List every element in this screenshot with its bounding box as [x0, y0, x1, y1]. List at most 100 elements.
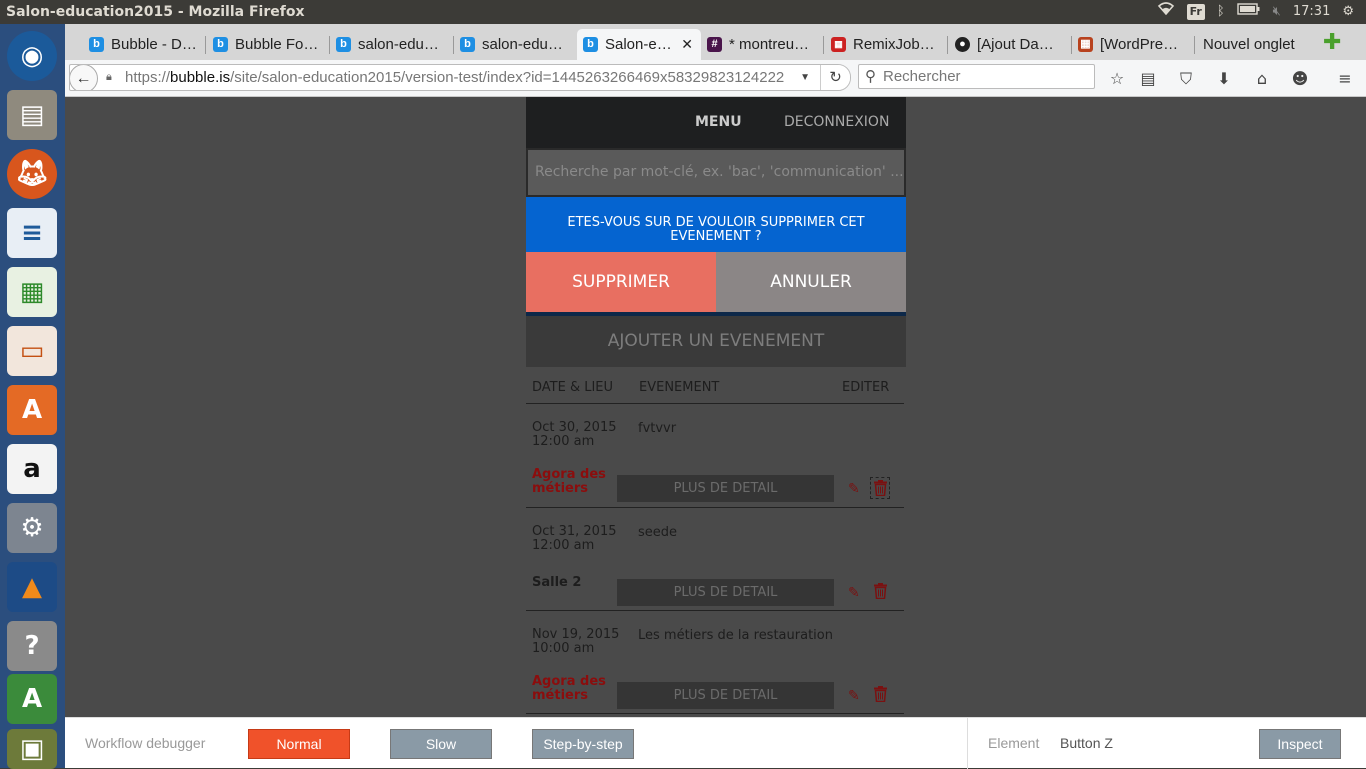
tab-bubble-d[interactable]: b Bubble - D… [87, 29, 202, 60]
cancel-button[interactable]: ANNULER [716, 252, 906, 312]
delete-trash-icon[interactable] [870, 477, 890, 499]
event-date: Oct 31, 2015 [532, 524, 617, 539]
bookmark-star-icon[interactable]: ☆ [1106, 68, 1128, 90]
event-place: Salle 2 [532, 575, 582, 590]
home-icon[interactable]: ⌂ [1251, 68, 1273, 90]
column-header-date: DATE & LIEU [532, 380, 614, 395]
details-button[interactable]: PLUS DE DETAIL [617, 475, 834, 502]
tab-ajout-da[interactable]: ● [Ajout Da… [953, 29, 1068, 60]
details-button[interactable]: PLUS DE DETAIL [617, 579, 834, 606]
volume-muted-icon[interactable]: 🔇︎ [1273, 0, 1281, 24]
edit-pencil-icon[interactable]: ✎ [848, 585, 860, 601]
software-center-icon[interactable]: A [7, 385, 57, 435]
logout-link[interactable]: DECONNEXION [784, 97, 889, 148]
event-time: 10:00 am [532, 641, 595, 656]
pocket-icon[interactable]: ⛉ [1175, 68, 1197, 90]
tab-salon-e-active[interactable]: b Salon-e… ✕ [577, 29, 701, 60]
back-arrow-icon[interactable]: ← [70, 65, 98, 90]
downloads-icon[interactable]: ⬇ [1213, 68, 1235, 90]
column-header-event: EVENEMENT [639, 380, 720, 395]
new-tab-plus-icon[interactable]: ✚ [1323, 30, 1341, 55]
tab-salon-edu-2[interactable]: b salon-edu… [458, 29, 573, 60]
chat-icon[interactable]: ☻ [1289, 68, 1311, 90]
bubble-favicon-icon: b [336, 37, 351, 52]
os-top-bar: Salon-education2015 - Mozilla Firefox Fr… [0, 0, 1366, 24]
system-settings-icon[interactable]: ⚙ [7, 503, 57, 553]
reload-icon[interactable]: ↻ [820, 65, 850, 90]
lock-icon: 🔒︎ [106, 71, 112, 83]
hamburger-menu-icon[interactable]: ≡ [1334, 68, 1356, 90]
url-bar[interactable]: ← 🔒︎ https://bubble.is/site/salon-educat… [69, 64, 851, 91]
tab-montreu[interactable]: # * montreu… [705, 29, 820, 60]
inspect-button[interactable]: Inspect [1259, 729, 1341, 759]
event-date: Oct 30, 2015 [532, 420, 617, 435]
firefox-icon[interactable]: 🦊︎ [7, 149, 57, 199]
help-icon[interactable]: ? [7, 621, 57, 671]
step-by-step-button[interactable]: Step-by-step [532, 729, 634, 759]
window-title: Salon-education2015 - Mozilla Firefox [6, 4, 305, 20]
remix-favicon-icon: ▦ [831, 37, 846, 52]
search-icon: ⚲ [865, 68, 876, 85]
bubble-favicon-icon: b [460, 37, 475, 52]
bubble-favicon-icon: b [89, 37, 104, 52]
calc-icon[interactable]: ▦ [7, 267, 57, 317]
ubuntu-icon[interactable]: ◉ [7, 31, 57, 81]
debugger-label: Workflow debugger [85, 735, 206, 751]
tab-salon-edu-1[interactable]: b salon-edu… [334, 29, 449, 60]
battery-icon[interactable] [1236, 0, 1261, 24]
add-event-button[interactable]: AJOUTER UN EVENEMENT [526, 312, 906, 367]
list-item: Oct 30, 2015 12:00 am fvtvvr Agora des mé… [526, 404, 906, 508]
element-value: Button Z [1060, 735, 1113, 751]
tab-remixjob[interactable]: ▦ RemixJob… [829, 29, 944, 60]
normal-speed-button[interactable]: Normal [248, 729, 350, 759]
event-time: 12:00 am [532, 538, 595, 553]
tab-strip: b Bubble - D… b Bubble Fo… b salon-edu… b sa… [65, 24, 1366, 60]
vlc-icon[interactable]: ▲ [7, 562, 57, 612]
slack-favicon-icon: # [707, 37, 722, 52]
event-time: 12:00 am [532, 434, 595, 449]
event-name: seede [638, 525, 678, 540]
list-item: Oct 31, 2015 12:00 am seede Salle 2 PLUS … [526, 508, 906, 612]
wordpress-favicon-icon: ▦ [1078, 37, 1093, 52]
menu-link[interactable]: MENU [695, 97, 742, 148]
edit-pencil-icon[interactable]: ✎ [848, 481, 860, 497]
writer-icon[interactable]: ≡ [7, 208, 57, 258]
app-header: MENU DECONNEXION [526, 97, 906, 148]
keyboard-layout-indicator[interactable]: Fr [1186, 4, 1205, 20]
event-date: Nov 19, 2015 [532, 627, 620, 642]
settings-gear-icon[interactable]: ⚙ [1342, 0, 1354, 24]
tab-wordpre[interactable]: ▦ [WordPre… [1076, 29, 1191, 60]
unity-launcher: ◉ ▤ 🦊︎ ≡ ▦ ▭ A a ⚙ ▲ ? A ▣ [0, 24, 65, 769]
element-label: Element [988, 735, 1040, 751]
details-button[interactable]: PLUS DE DETAIL [617, 682, 834, 709]
column-header-edit: EDITER [842, 380, 890, 395]
tab-bubble-fo[interactable]: b Bubble Fo… [211, 29, 326, 60]
impress-icon[interactable]: ▭ [7, 326, 57, 376]
keyword-search-input[interactable]: Recherche par mot-clé, ex. 'bac', 'commu… [526, 148, 906, 197]
event-name: fvtvvr [638, 421, 677, 436]
close-tab-icon[interactable]: ✕ [681, 29, 693, 60]
reading-list-icon[interactable]: ▤ [1137, 68, 1159, 90]
search-field[interactable]: ⚲ Rechercher [858, 64, 1095, 89]
clock[interactable]: 17:31 [1293, 0, 1330, 24]
event-place: Agora des métiers [532, 674, 606, 703]
wifi-icon[interactable] [1157, 0, 1175, 24]
tab-nouvel-onglet[interactable]: Nouvel onglet [1179, 29, 1309, 60]
page-viewport: MENU DECONNEXION Recherche par mot-clé, … [65, 97, 1366, 717]
browser-chrome: b Bubble - D… b Bubble Fo… b salon-edu… b sa… [65, 24, 1366, 97]
updater-icon[interactable]: A [7, 674, 57, 724]
github-favicon-icon: ● [955, 37, 970, 52]
delete-button[interactable]: SUPPRIMER [526, 252, 716, 312]
slow-speed-button[interactable]: Slow [390, 729, 492, 759]
files-icon[interactable]: ▤ [7, 90, 57, 140]
workflow-debugger-bar: Workflow debugger Normal Slow Step-by-st… [65, 717, 1366, 769]
delete-trash-icon[interactable] [870, 684, 890, 706]
delete-trash-icon[interactable] [870, 581, 890, 603]
url-dropdown-icon[interactable]: ▼ [796, 65, 814, 90]
event-name: Les métiers de la restauration [638, 628, 833, 643]
app-container: MENU DECONNEXION Recherche par mot-clé, … [526, 97, 906, 717]
bluetooth-icon[interactable]: ᛒ [1217, 0, 1225, 24]
edit-pencil-icon[interactable]: ✎ [848, 688, 860, 704]
trash-icon[interactable]: ▣ [7, 729, 57, 769]
amazon-icon[interactable]: a [7, 444, 57, 494]
